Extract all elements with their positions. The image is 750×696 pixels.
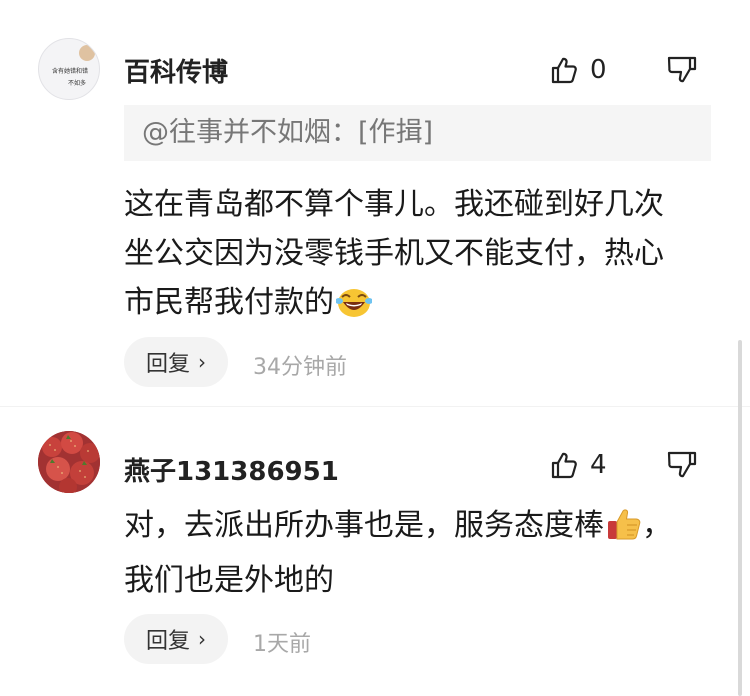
thumbs-up-outline-icon (551, 57, 577, 84)
dislike-button[interactable] (667, 55, 697, 85)
like-count: 4 (590, 450, 607, 480)
svg-text:不如多: 不如多 (68, 79, 86, 87)
reply-label: 回复 (145, 629, 190, 654)
comment-line: 坐公交因为没零钱手机又不能支付，热心 (124, 236, 664, 271)
thumbs-up-outline-icon (551, 452, 577, 479)
comment-line: 这在青岛都不算个事儿。我还碰到好几次 (124, 187, 664, 222)
comment-body: 这在青岛都不算个事儿。我还碰到好几次 坐公交因为没零钱手机又不能支付，热心 市民… (124, 180, 724, 333)
avatar-image: 含有她错和错 不如多 (52, 45, 95, 87)
comment-time: 34分钟前 (253, 355, 347, 380)
avatar[interactable] (38, 431, 100, 493)
laughing-crying-emoji-icon (335, 284, 373, 333)
svg-text:含有她错和错: 含有她错和错 (52, 67, 88, 75)
chevron-right-icon: › (198, 350, 206, 374)
like-button[interactable]: 0 (550, 55, 607, 85)
username[interactable]: 百科传博 (124, 52, 228, 89)
avatar[interactable]: 含有她错和错 不如多 (38, 38, 100, 100)
thumbs-up-emoji-icon (606, 507, 642, 556)
avatar-image (38, 431, 100, 493)
reply-button[interactable]: 回复 › (124, 337, 228, 387)
comment-time: 1天前 (253, 632, 311, 657)
like-count: 0 (590, 55, 607, 85)
comment-body: 对，去派出所办事也是，服务态度棒 ， 我们也是外地的 (124, 501, 724, 605)
divider (0, 406, 750, 407)
comment-line: 对，去派出所办事也是，服务态度棒 ， (124, 501, 724, 556)
reply-label: 回复 (145, 352, 190, 377)
chevron-right-icon: › (198, 627, 206, 651)
quoted-reply: @往事并不如烟：[作揖] (124, 105, 711, 161)
dislike-button[interactable] (667, 450, 697, 480)
username[interactable]: 燕子131386951 (124, 451, 339, 488)
scrollbar[interactable] (738, 340, 742, 696)
comment-line-last: 市民帮我付款的 (124, 278, 724, 333)
comment-line: 我们也是外地的 (124, 563, 334, 598)
like-button[interactable]: 4 (550, 450, 607, 480)
thumbs-down-outline-icon (667, 451, 697, 478)
reply-button[interactable]: 回复 › (124, 614, 228, 664)
thumbs-down-outline-icon (667, 56, 697, 83)
